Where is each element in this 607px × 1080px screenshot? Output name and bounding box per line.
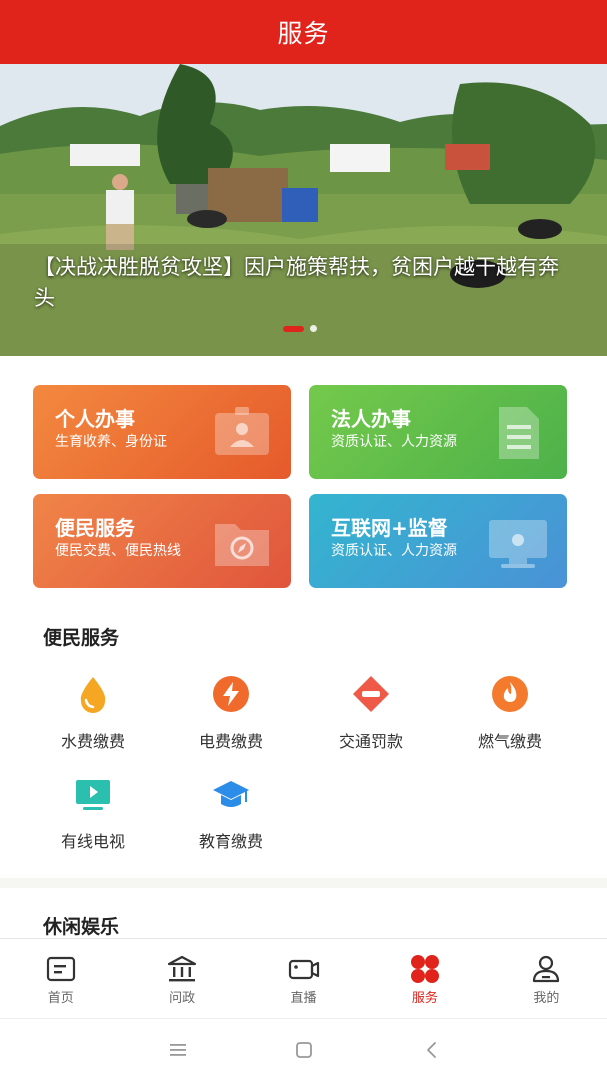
- cable-tv-service[interactable]: 有线电视: [33, 774, 153, 852]
- card-title: 互联网+监督: [331, 516, 448, 540]
- home-square-icon[interactable]: [293, 1039, 315, 1061]
- education-fee-service[interactable]: 教育缴费: [171, 774, 291, 852]
- civic-services-card[interactable]: 便民服务 便民交费、便民热线: [33, 494, 291, 588]
- service-label: 教育缴费: [198, 832, 263, 851]
- tab-label: 服务: [411, 991, 438, 1006]
- carousel-indicator: [283, 325, 317, 332]
- monitor-icon: [489, 520, 547, 568]
- menu-icon[interactable]: [167, 1039, 189, 1061]
- card-subtitle: 资质认证、人力资源: [331, 543, 457, 559]
- app-header: 服务: [0, 0, 607, 64]
- personal-affairs-card[interactable]: 个人办事 生育收养、身份证: [33, 385, 291, 479]
- convenience-section-title: 便民服务: [43, 627, 120, 649]
- section-divider: [0, 878, 607, 888]
- card-subtitle: 生育收养、身份证: [55, 434, 167, 450]
- legal-affairs-card[interactable]: 法人办事 资质认证、人力资源: [309, 385, 567, 479]
- service-label: 有线电视: [60, 832, 125, 851]
- card-title: 法人办事: [331, 407, 411, 431]
- page-title: 服务: [277, 19, 330, 48]
- service-label: 水费缴费: [60, 732, 125, 751]
- tab-politics[interactable]: 问政: [121, 939, 242, 1018]
- leisure-section-title: 休闲娱乐: [43, 916, 120, 938]
- electricity-fee-service[interactable]: 电费缴费: [171, 674, 291, 752]
- card-title: 个人办事: [55, 407, 135, 431]
- internet-supervision-card[interactable]: 互联网+监督 资质认证、人力资源: [309, 494, 567, 588]
- tab-label: 问政: [169, 991, 196, 1006]
- no-entry-icon: [353, 676, 389, 712]
- back-chevron-icon[interactable]: [421, 1039, 443, 1061]
- news-banner[interactable]: 【决战决胜脱贫攻坚】因户施策帮扶，贫困户越干越有奔头: [0, 64, 607, 356]
- system-nav-bar: [0, 1018, 607, 1080]
- carousel-dot-active: [283, 325, 304, 332]
- card-subtitle: 资质认证、人力资源: [331, 434, 457, 450]
- card-title: 便民服务: [55, 516, 135, 540]
- water-drop-icon: [80, 677, 106, 713]
- bottom-tab-bar: 首页 问政 直播 服务 我的: [0, 938, 607, 1018]
- tab-label: 直播: [290, 991, 317, 1006]
- home-doc-icon: [46, 956, 75, 982]
- tab-label: 我的: [533, 991, 560, 1006]
- tv-play-icon: [76, 780, 110, 810]
- carousel-dot: [310, 325, 317, 332]
- card-subtitle: 便民交费、便民热线: [55, 543, 181, 559]
- banner-caption[interactable]: 【决战决胜脱贫攻坚】因户施策帮扶，贫困户越干越有奔头: [34, 252, 579, 314]
- service-label: 交通罚款: [338, 732, 403, 751]
- graduation-cap-icon: [213, 781, 249, 807]
- tab-services[interactable]: 服务: [364, 939, 485, 1018]
- traffic-fine-service[interactable]: 交通罚款: [311, 674, 431, 752]
- tab-home[interactable]: 首页: [0, 939, 121, 1018]
- service-label: 燃气缴费: [477, 732, 542, 751]
- water-fee-service[interactable]: 水费缴费: [33, 674, 153, 752]
- lightning-icon: [213, 676, 249, 712]
- four-dots-icon: [410, 955, 439, 983]
- user-profile-icon: [533, 955, 560, 983]
- video-camera-icon: [288, 959, 319, 980]
- gas-fee-service[interactable]: 燃气缴费: [450, 674, 570, 752]
- tab-live[interactable]: 直播: [243, 939, 364, 1018]
- tab-mine[interactable]: 我的: [486, 939, 607, 1018]
- service-label: 电费缴费: [198, 732, 263, 751]
- government-building-icon: [168, 955, 197, 982]
- folder-compass-icon: [215, 524, 269, 566]
- flame-icon: [492, 676, 528, 712]
- tab-label: 首页: [47, 991, 74, 1006]
- id-card-icon: [215, 407, 269, 455]
- document-icon: [499, 407, 539, 459]
